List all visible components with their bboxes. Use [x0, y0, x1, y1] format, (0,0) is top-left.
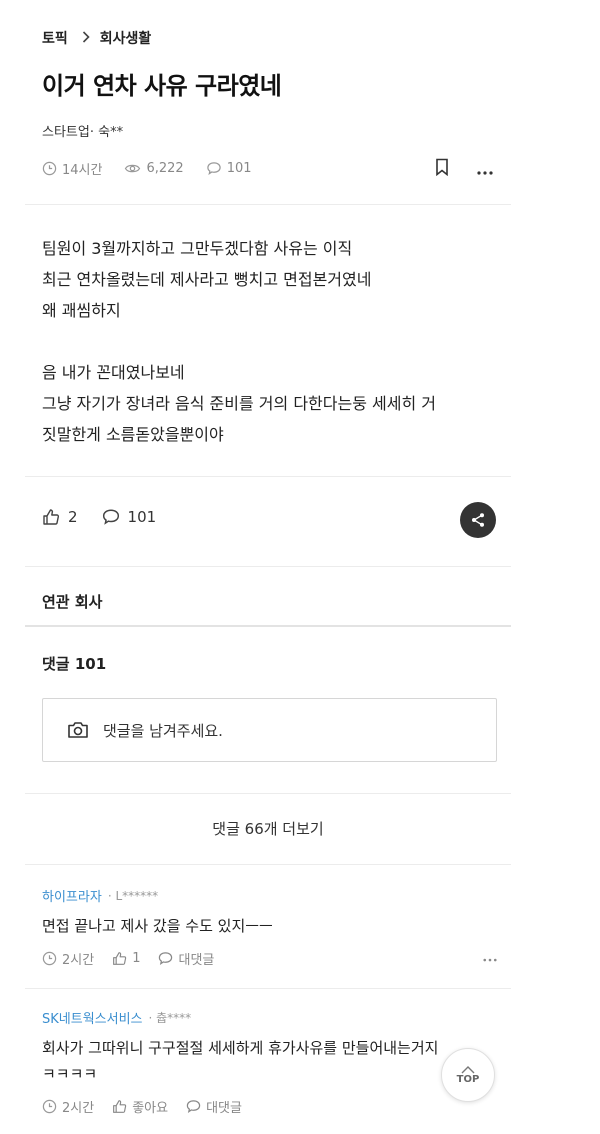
post-comments: 101	[206, 161, 252, 176]
breadcrumb: 토픽 회사생활	[42, 28, 151, 48]
divider	[25, 988, 511, 989]
post-actions	[435, 158, 493, 180]
post-reactions: 2 101	[42, 508, 180, 526]
like-count: 2	[68, 508, 78, 526]
comment-item: 하이프라자 · L****** 면접 끝나고 제사 갔을 수도 있지ㅡㅡ 2시간…	[42, 886, 497, 968]
chevron-right-icon	[82, 30, 90, 46]
divider	[25, 793, 511, 794]
related-company-title: 연관 회사	[42, 593, 103, 611]
comment-more-icon[interactable]	[483, 947, 497, 966]
like-button[interactable]: 2	[42, 508, 78, 526]
chevron-up-icon	[461, 1065, 475, 1073]
comment-nick: · 츕****	[148, 1011, 192, 1025]
breadcrumb-category-link[interactable]: 회사생활	[100, 28, 152, 48]
comment-icon	[102, 509, 119, 525]
comment-reply-button[interactable]: 대댓글	[186, 1097, 242, 1116]
post-meta: 14시간 6,222 101	[42, 159, 274, 178]
more-comments-button[interactable]: 댓글 66개 더보기	[25, 818, 511, 839]
post-time-text: 14시간	[62, 163, 103, 178]
thumbs-up-icon	[43, 509, 60, 525]
comment-time-text: 2시간	[62, 1101, 95, 1116]
comment-header: 하이프라자 · L******	[42, 886, 497, 906]
divider	[25, 566, 511, 567]
comment-time: 2시간	[42, 949, 94, 968]
clock-icon	[42, 1099, 57, 1114]
comment-icon	[159, 952, 173, 966]
post-views: 6,222	[124, 161, 184, 176]
comment-time: 2시간	[42, 1097, 94, 1116]
comment-count-button[interactable]: 101	[102, 508, 157, 526]
comment-icon	[186, 1100, 201, 1114]
post-author[interactable]: 스타트업· 숙**	[42, 121, 123, 140]
more-options-icon[interactable]	[477, 160, 493, 179]
comment-like-button[interactable]: 1	[112, 951, 140, 966]
post-body: 팀원이 3월까지하고 그만두겠다함 사유는 이직 최근 연차올렸는데 제사라고 …	[42, 239, 436, 444]
bookmark-icon[interactable]	[435, 158, 449, 180]
comment-header: SK네트웍스서비스 · 츕****	[42, 1008, 497, 1027]
comment-input[interactable]: 댓글을 남겨주세요.	[42, 698, 497, 762]
comment-company[interactable]: SK네트웍스서비스	[42, 1008, 143, 1027]
divider	[25, 204, 511, 205]
breadcrumb-topic-link[interactable]: 토픽	[42, 28, 68, 48]
comment-icon	[206, 162, 221, 176]
comment-text: 회사가 그따위니 구구절절 세세하게 휴가사유를 만들어내는거지 ㅋㅋㅋㅋ	[42, 1039, 439, 1083]
comment-count: 101	[127, 508, 157, 526]
comment-like-button[interactable]: 좋아요	[112, 1097, 168, 1116]
clock-icon	[42, 161, 57, 176]
post-views-text: 6,222	[146, 161, 184, 176]
comment-like-count: 1	[132, 951, 141, 966]
comment-nick: · L******	[107, 888, 159, 903]
comment-item: SK네트웍스서비스 · 츕**** 회사가 그따위니 구구절절 세세하게 휴가사…	[42, 1008, 497, 1116]
camera-icon[interactable]	[67, 721, 89, 739]
scroll-top-label: TOP	[456, 1073, 480, 1085]
comments-title: 댓글 101	[42, 655, 107, 673]
eye-icon	[125, 164, 141, 173]
share-icon	[472, 513, 484, 527]
thumbs-up-icon	[113, 952, 127, 965]
comment-company[interactable]: 하이프라자	[42, 886, 102, 905]
comment-text: 면접 끝나고 제사 갔을 수도 있지ㅡㅡ	[42, 917, 273, 935]
share-button[interactable]	[460, 502, 496, 538]
post-title: 이거 연차 사유 구라였네	[42, 72, 282, 100]
section-divider	[25, 625, 511, 627]
comment-input-placeholder: 댓글을 남겨주세요.	[103, 721, 223, 740]
comment-like-label: 좋아요	[132, 1101, 169, 1116]
divider	[25, 476, 511, 477]
comment-meta: 2시간 1 대댓글	[42, 949, 497, 968]
comment-time-text: 2시간	[62, 953, 95, 968]
comment-reply-button[interactable]: 대댓글	[158, 949, 214, 968]
thumbs-up-icon	[113, 1100, 127, 1113]
divider	[25, 864, 511, 865]
comment-reply-label: 대댓글	[206, 1101, 242, 1116]
comment-reply-label: 대댓글	[178, 953, 215, 968]
scroll-top-button[interactable]: TOP	[441, 1048, 495, 1102]
post-comments-text: 101	[226, 161, 252, 176]
clock-icon	[42, 951, 57, 966]
post-time: 14시간	[42, 159, 102, 178]
comment-meta: 2시간 좋아요 대댓글	[42, 1097, 497, 1116]
